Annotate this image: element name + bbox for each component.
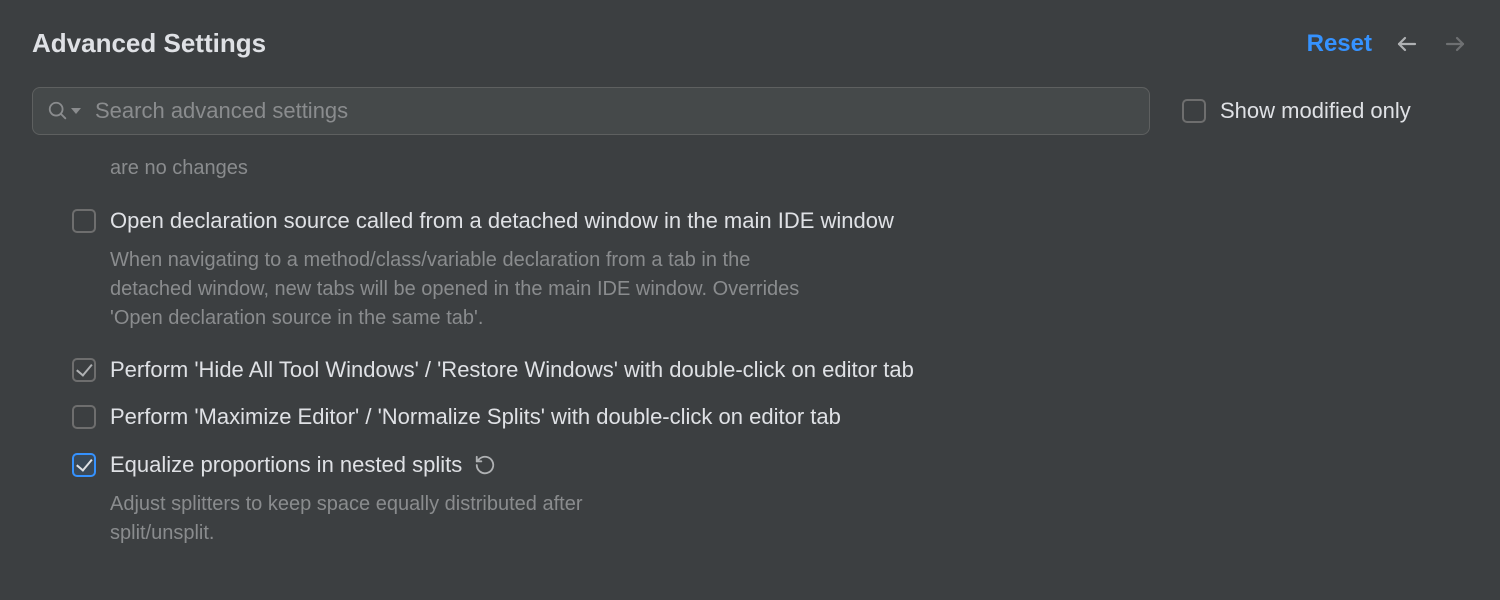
search-box[interactable]	[32, 87, 1150, 135]
settings-list: are no changes Open declaration source c…	[32, 157, 1468, 548]
setting-label[interactable]: Open declaration source called from a de…	[110, 206, 894, 236]
arrow-right-icon	[1443, 32, 1467, 56]
setting-checkbox[interactable]	[72, 405, 96, 429]
show-modified-only-checkbox[interactable]	[1182, 99, 1206, 123]
setting-label[interactable]: Perform 'Maximize Editor' / 'Normalize S…	[110, 402, 841, 432]
search-input[interactable]	[95, 98, 1135, 124]
settings-panel: Advanced Settings Reset Show modified on…	[0, 0, 1500, 548]
header: Advanced Settings Reset	[32, 28, 1468, 59]
arrow-left-icon	[1395, 32, 1419, 56]
setting-maximize-editor: Perform 'Maximize Editor' / 'Normalize S…	[72, 402, 1468, 432]
setting-label[interactable]: Equalize proportions in nested splits	[110, 450, 496, 480]
revert-icon[interactable]	[474, 454, 496, 476]
setting-description: When navigating to a method/class/variab…	[110, 246, 830, 333]
back-button[interactable]	[1394, 31, 1420, 57]
header-actions: Reset	[1307, 30, 1468, 58]
show-modified-only-label: Show modified only	[1220, 97, 1411, 126]
setting-label[interactable]: Perform 'Hide All Tool Windows' / 'Resto…	[110, 355, 914, 385]
search-icon	[47, 100, 81, 122]
setting-hide-all-tool-windows: Perform 'Hide All Tool Windows' / 'Resto…	[72, 355, 1468, 385]
setting-label-text: Equalize proportions in nested splits	[110, 450, 462, 480]
setting-checkbox[interactable]	[72, 358, 96, 382]
setting-equalize-proportions: Equalize proportions in nested splits Ad…	[72, 450, 1468, 548]
show-modified-only-row: Show modified only	[1182, 97, 1411, 126]
setting-open-declaration-source: Open declaration source called from a de…	[72, 206, 1468, 333]
setting-description: Adjust splitters to keep space equally d…	[110, 490, 670, 548]
page-title: Advanced Settings	[32, 28, 266, 59]
reset-link[interactable]: Reset	[1307, 30, 1372, 58]
setting-checkbox[interactable]	[72, 453, 96, 477]
search-row: Show modified only	[32, 87, 1468, 135]
partial-text-above: are no changes	[110, 157, 1468, 180]
chevron-down-icon	[71, 106, 81, 116]
setting-checkbox[interactable]	[72, 209, 96, 233]
forward-button[interactable]	[1442, 31, 1468, 57]
